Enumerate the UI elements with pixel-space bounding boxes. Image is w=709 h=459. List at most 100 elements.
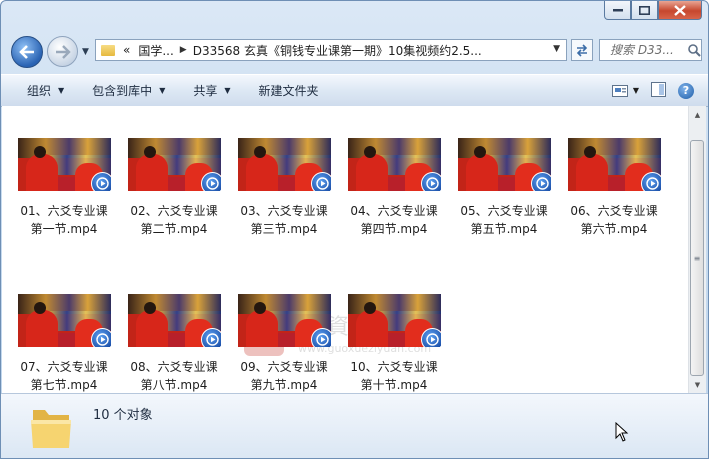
breadcrumb-item[interactable]: 国学... bbox=[138, 42, 173, 59]
media-player-icon bbox=[200, 328, 221, 347]
file-item[interactable]: 10、六爻专业课 第十节.mp4 bbox=[342, 294, 446, 394]
file-name-line: 第三节.mp4 bbox=[250, 222, 318, 236]
chevron-down-icon: ▼ bbox=[58, 86, 65, 95]
vertical-scrollbar[interactable]: ▲ ≡ ▼ bbox=[688, 106, 706, 393]
chevron-down-icon: ▼ bbox=[632, 86, 639, 95]
include-in-library-menu[interactable]: 包含到库中 ▼ bbox=[78, 75, 179, 106]
file-name-line: 02、六爻专业课 bbox=[130, 204, 218, 218]
video-thumbnail bbox=[567, 138, 661, 191]
breadcrumb-overflow[interactable]: « bbox=[123, 43, 130, 57]
scrollbar-thumb[interactable]: ≡ bbox=[690, 140, 704, 376]
scroll-down-button[interactable]: ▼ bbox=[689, 376, 706, 393]
chevron-down-icon: ▼ bbox=[159, 86, 166, 95]
file-name-line: 第四节.mp4 bbox=[360, 222, 428, 236]
chevron-down-icon: ▼ bbox=[224, 86, 231, 95]
media-player-icon bbox=[530, 172, 551, 191]
file-name: 09、六爻专业课 第九节.mp4 bbox=[232, 358, 336, 394]
file-name: 03、六爻专业课 第三节.mp4 bbox=[232, 202, 336, 238]
file-item[interactable]: 09、六爻专业课 第九节.mp4 bbox=[232, 294, 336, 394]
file-name: 10、六爻专业课 第十节.mp4 bbox=[342, 358, 446, 394]
file-name-line: 第五节.mp4 bbox=[470, 222, 538, 236]
video-thumbnail bbox=[127, 294, 221, 347]
media-player-icon bbox=[90, 172, 111, 191]
file-item[interactable]: 03、六爻专业课 第三节.mp4 bbox=[232, 138, 336, 238]
forward-button[interactable] bbox=[47, 36, 78, 67]
file-name-line: 第一节.mp4 bbox=[30, 222, 98, 236]
arrow-right-icon bbox=[55, 44, 71, 59]
explorer-window: ▼ « 国学... ▶ D33568 玄真《铜钱专业课第一期》10集视频约2.5… bbox=[0, 0, 709, 459]
file-name: 05、六爻专业课 第五节.mp4 bbox=[452, 202, 556, 238]
mouse-cursor-icon bbox=[615, 422, 629, 442]
new-folder-label: 新建文件夹 bbox=[258, 84, 319, 98]
arrow-left-icon bbox=[19, 45, 34, 59]
file-item[interactable]: 08、六爻专业课 第八节.mp4 bbox=[122, 294, 226, 394]
share-menu[interactable]: 共享 ▼ bbox=[179, 75, 244, 106]
file-name-line: 07、六爻专业课 bbox=[20, 360, 108, 374]
navigation-bar: ▼ « 国学... ▶ D33568 玄真《铜钱专业课第一期》10集视频约2.5… bbox=[9, 33, 702, 68]
new-folder-button[interactable]: 新建文件夹 bbox=[245, 75, 333, 106]
maximize-icon bbox=[639, 5, 650, 15]
close-button[interactable] bbox=[658, 1, 702, 20]
preview-pane-button[interactable] bbox=[651, 81, 666, 100]
back-button[interactable] bbox=[11, 36, 43, 68]
command-bar: 组织 ▼ 包含到库中 ▼ 共享 ▼ 新建文件夹 ▼ ? bbox=[1, 74, 708, 107]
file-name-line: 05、六爻专业课 bbox=[460, 204, 548, 218]
close-icon bbox=[674, 4, 686, 16]
video-thumbnail bbox=[17, 138, 111, 191]
file-name: 01、六爻专业课 第一节.mp4 bbox=[12, 202, 116, 238]
refresh-icon bbox=[576, 44, 588, 57]
file-name-line: 06、六爻专业课 bbox=[570, 204, 658, 218]
file-list[interactable]: 國 學 資 源 網 www.guoxueziyuan.com 01、六爻专业课第… bbox=[2, 106, 688, 393]
address-bar[interactable]: « 国学... ▶ D33568 玄真《铜钱专业课第一期》10集视频约2.5..… bbox=[95, 39, 567, 61]
search-icon bbox=[688, 43, 701, 57]
organize-menu[interactable]: 组织 ▼ bbox=[1, 75, 78, 106]
media-player-icon bbox=[310, 328, 331, 347]
help-icon: ? bbox=[682, 84, 690, 97]
file-name: 06、六爻专业课 第六节.mp4 bbox=[562, 202, 666, 238]
recent-pages-dropdown[interactable]: ▼ bbox=[82, 47, 89, 57]
include-in-library-label: 包含到库中 bbox=[92, 84, 153, 98]
view-icon bbox=[611, 84, 628, 97]
address-history-dropdown[interactable]: ▼ bbox=[553, 44, 560, 54]
file-item[interactable]: 05、六爻专业课 第五节.mp4 bbox=[452, 138, 556, 238]
maximize-button[interactable] bbox=[631, 1, 658, 20]
file-name-line: 第六节.mp4 bbox=[580, 222, 648, 236]
file-item[interactable]: 04、六爻专业课 第四节.mp4 bbox=[342, 138, 446, 238]
chevron-right-icon[interactable]: ▶ bbox=[180, 45, 187, 55]
file-item[interactable]: 06、六爻专业课 第六节.mp4 bbox=[562, 138, 666, 238]
file-name: 07、六爻专业课 第七节.mp4 bbox=[12, 358, 116, 394]
search-box[interactable] bbox=[599, 39, 702, 61]
organize-label: 组织 bbox=[27, 84, 52, 98]
file-name-line: 04、六爻专业课 bbox=[350, 204, 438, 218]
window-controls bbox=[604, 1, 702, 20]
file-name-line: 第七节.mp4 bbox=[30, 378, 98, 392]
file-item[interactable]: 02、六爻专业课 第二节.mp4 bbox=[122, 138, 226, 238]
refresh-button[interactable] bbox=[571, 39, 593, 61]
video-thumbnail bbox=[457, 138, 551, 191]
folder-icon bbox=[101, 44, 115, 56]
media-player-icon bbox=[420, 172, 441, 191]
file-name-line: 08、六爻专业课 bbox=[130, 360, 218, 374]
file-name: 08、六爻专业课 第八节.mp4 bbox=[122, 358, 226, 394]
help-button[interactable]: ? bbox=[678, 82, 694, 99]
file-item[interactable]: 07、六爻专业课 第七节.mp4 bbox=[12, 294, 116, 394]
file-name-line: 10、六爻专业课 bbox=[350, 360, 438, 374]
media-player-icon bbox=[200, 172, 221, 191]
item-count: 10 个对象 bbox=[93, 408, 153, 423]
file-name-line: 第十节.mp4 bbox=[360, 378, 428, 392]
video-thumbnail bbox=[347, 138, 441, 191]
media-player-icon bbox=[640, 172, 661, 191]
search-input[interactable] bbox=[608, 42, 688, 58]
file-item[interactable]: 01、六爻专业课 第一节.mp4 bbox=[12, 138, 116, 238]
folder-icon bbox=[31, 410, 71, 448]
video-thumbnail bbox=[127, 138, 221, 191]
change-view-button[interactable]: ▼ bbox=[611, 84, 639, 97]
scroll-up-button[interactable]: ▲ bbox=[689, 106, 706, 123]
file-name-line: 03、六爻专业课 bbox=[240, 204, 328, 218]
file-name: 04、六爻专业课 第四节.mp4 bbox=[342, 202, 446, 238]
file-name-line: 第九节.mp4 bbox=[250, 378, 318, 392]
breadcrumb-item[interactable]: D33568 玄真《铜钱专业课第一期》10集视频约2.5... bbox=[193, 42, 482, 59]
media-player-icon bbox=[310, 172, 331, 191]
details-pane: 10 个对象 bbox=[1, 393, 708, 458]
minimize-button[interactable] bbox=[604, 1, 631, 20]
